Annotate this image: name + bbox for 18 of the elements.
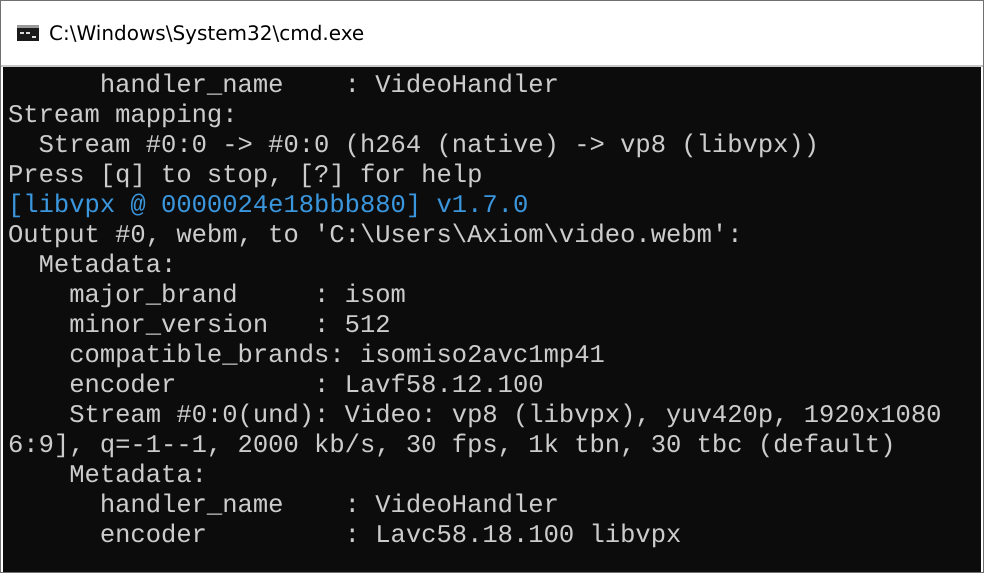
console-line: Stream mapping: bbox=[8, 101, 238, 131]
console-line: 6:9], q=-1--1, 2000 kb/s, 30 fps, 1k tbn, 30 tbc (default) bbox=[8, 431, 896, 461]
console-icon bbox=[17, 25, 39, 41]
console-line: encoder : Lavc58.18.100 libvpx bbox=[98, 521, 682, 551]
window-title: C:\Windows\System32\cmd.exe bbox=[49, 21, 364, 45]
console-line: Metadata: bbox=[38, 251, 176, 281]
console-line: [libvpx @ 0000024e18bbb880] v1.7.0 bbox=[8, 191, 528, 221]
console-line: compatible_brands: isomiso2avc1mp41 bbox=[68, 341, 605, 371]
console-line: major_brand : isom bbox=[68, 281, 406, 311]
console-line: Metadata: bbox=[68, 461, 207, 491]
console-line: Stream #0:0(und): Video: vp8 (libvpx), yuv420p, 1920x1080 bbox=[68, 401, 942, 431]
console-line: handler_name : VideoHandler bbox=[98, 71, 559, 101]
console-line: Stream #0:0 -> #0:0 (h264 (native) -> vp8 (libvpx)) bbox=[38, 131, 820, 161]
console-line: minor_version : 512 bbox=[68, 311, 391, 341]
console-line: Press [q] to stop, [?] for help bbox=[8, 161, 482, 191]
console-line: encoder : Lavf58.12.100 bbox=[68, 371, 544, 401]
console-line: handler_name : VideoHandler bbox=[98, 491, 559, 521]
console-line: Output #0, webm, to 'C:\Users\Axiom\video.webm': bbox=[8, 221, 743, 251]
